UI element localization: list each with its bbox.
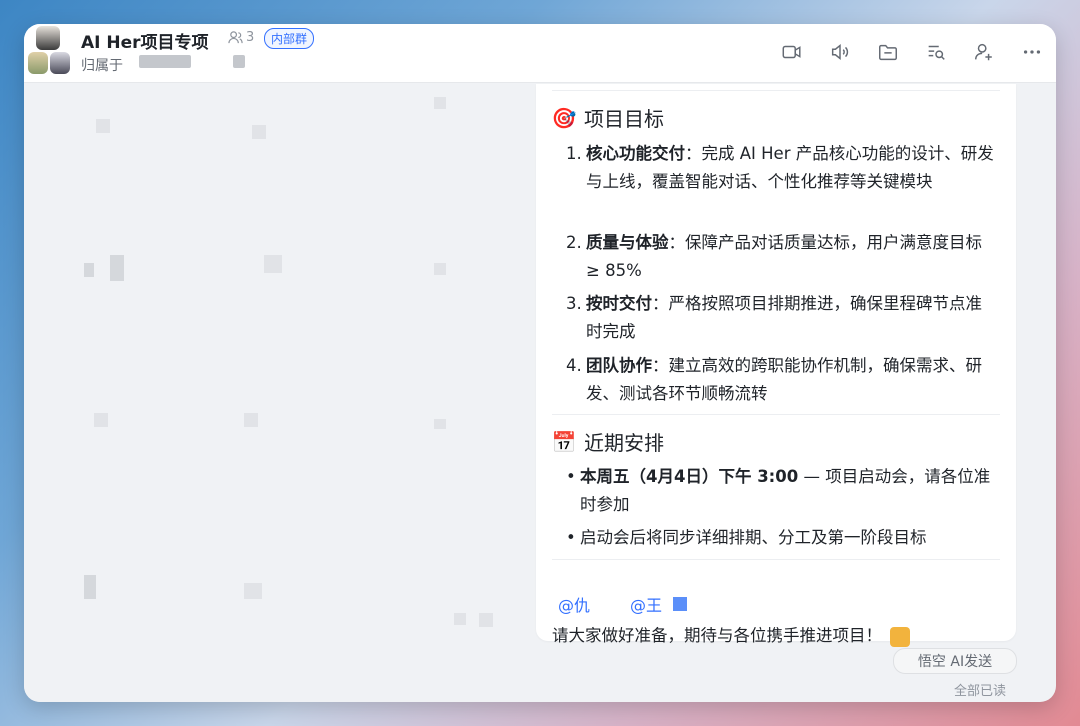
add-member-icon[interactable]	[960, 38, 1008, 66]
redacted-message-area	[24, 83, 532, 702]
muscle-emoji-icon	[890, 626, 910, 647]
group-title[interactable]: AI Her项目专项	[81, 28, 209, 53]
goal-bold: 团队协作	[586, 356, 652, 375]
member-count-value: 3	[246, 30, 255, 45]
schedule-text: 启动会后将同步详细排期、分工及第一阶段目标	[580, 528, 927, 547]
goal-item: 2. 质量与体验：保障产品对话质量达标，用户满意度目标 ≥ 85%	[566, 229, 998, 285]
goal-bold: 质量与体验	[586, 233, 669, 252]
goal-item: 3. 按时交付：严格按照项目排期推进，确保里程碑节点准时完成	[566, 290, 998, 346]
target-icon: 🎯	[551, 105, 577, 130]
voice-call-icon[interactable]	[816, 38, 864, 66]
redacted-owner	[139, 55, 191, 68]
schedule-title: 近期安排	[584, 431, 664, 455]
calendar-icon: 📅	[551, 429, 577, 454]
folder-icon[interactable]	[864, 38, 912, 66]
bullet: •	[566, 528, 576, 547]
internal-group-badge: 内部群	[264, 28, 315, 49]
mention-user[interactable]: @仇	[558, 592, 590, 616]
schedule-item: • 启动会后将同步详细排期、分工及第一阶段目标	[566, 524, 998, 552]
redacted-owner	[233, 55, 245, 68]
goal-number: 4.	[566, 356, 582, 375]
schedule-heading: 📅 近期安排	[552, 427, 664, 456]
chat-header: AI Her项目专项 3 内部群 归属于	[24, 24, 1056, 83]
schedule-bold: 本周五（4月4日）下午 3:00	[580, 467, 799, 486]
bullet: •	[566, 467, 576, 486]
goal-number: 3.	[566, 294, 582, 313]
goal-item: 4. 团队协作：建立高效的跨职能协作机制，确保需求、研发、测试各环节顺畅流转	[566, 352, 998, 408]
divider	[552, 414, 1000, 415]
member-count[interactable]: 3	[228, 30, 254, 45]
chat-window: AI Her项目专项 3 内部群 归属于 🎯 项目目标 1. 核心功能交付：完成…	[24, 24, 1056, 702]
closing-text: 请大家做好准备，期待与各位携手推进项目！	[552, 626, 882, 645]
goal-bold: 按时交付	[586, 294, 652, 313]
goal-number: 2.	[566, 233, 582, 252]
divider	[552, 90, 1000, 91]
closing-line: 请大家做好准备，期待与各位携手推进项目！	[552, 622, 910, 647]
goals-heading: 🎯 项目目标	[552, 103, 664, 132]
header-toolbar	[768, 38, 1056, 66]
message-card: 🎯 项目目标 1. 核心功能交付：完成 AI Her 产品核心功能的设计、研发与…	[536, 84, 1016, 647]
goal-number: 1.	[566, 144, 582, 163]
members-icon	[228, 31, 243, 44]
member-avatar	[28, 52, 48, 74]
goal-item: 1. 核心功能交付：完成 AI Her 产品核心功能的设计、研发与上线，覆盖智能…	[566, 140, 998, 196]
goal-bold: 核心功能交付	[586, 144, 685, 163]
goals-title: 项目目标	[584, 107, 664, 131]
ai-send-button[interactable]: 悟空 AI发送	[893, 648, 1017, 674]
member-avatar	[50, 52, 70, 74]
read-status[interactable]: 全部已读	[954, 680, 1006, 699]
belongs-label: 归属于	[81, 58, 123, 74]
mention-user[interactable]: @王	[630, 592, 662, 616]
video-camera-icon[interactable]	[768, 38, 816, 66]
schedule-item: • 本周五（4月4日）下午 3:00 — 项目启动会，请各位准时参加	[566, 463, 998, 519]
search-messages-icon[interactable]	[912, 38, 960, 66]
redacted-mention	[673, 597, 687, 611]
divider	[552, 559, 1000, 560]
member-avatar	[36, 26, 60, 50]
group-avatar[interactable]	[28, 26, 72, 76]
more-icon[interactable]	[1008, 38, 1056, 66]
